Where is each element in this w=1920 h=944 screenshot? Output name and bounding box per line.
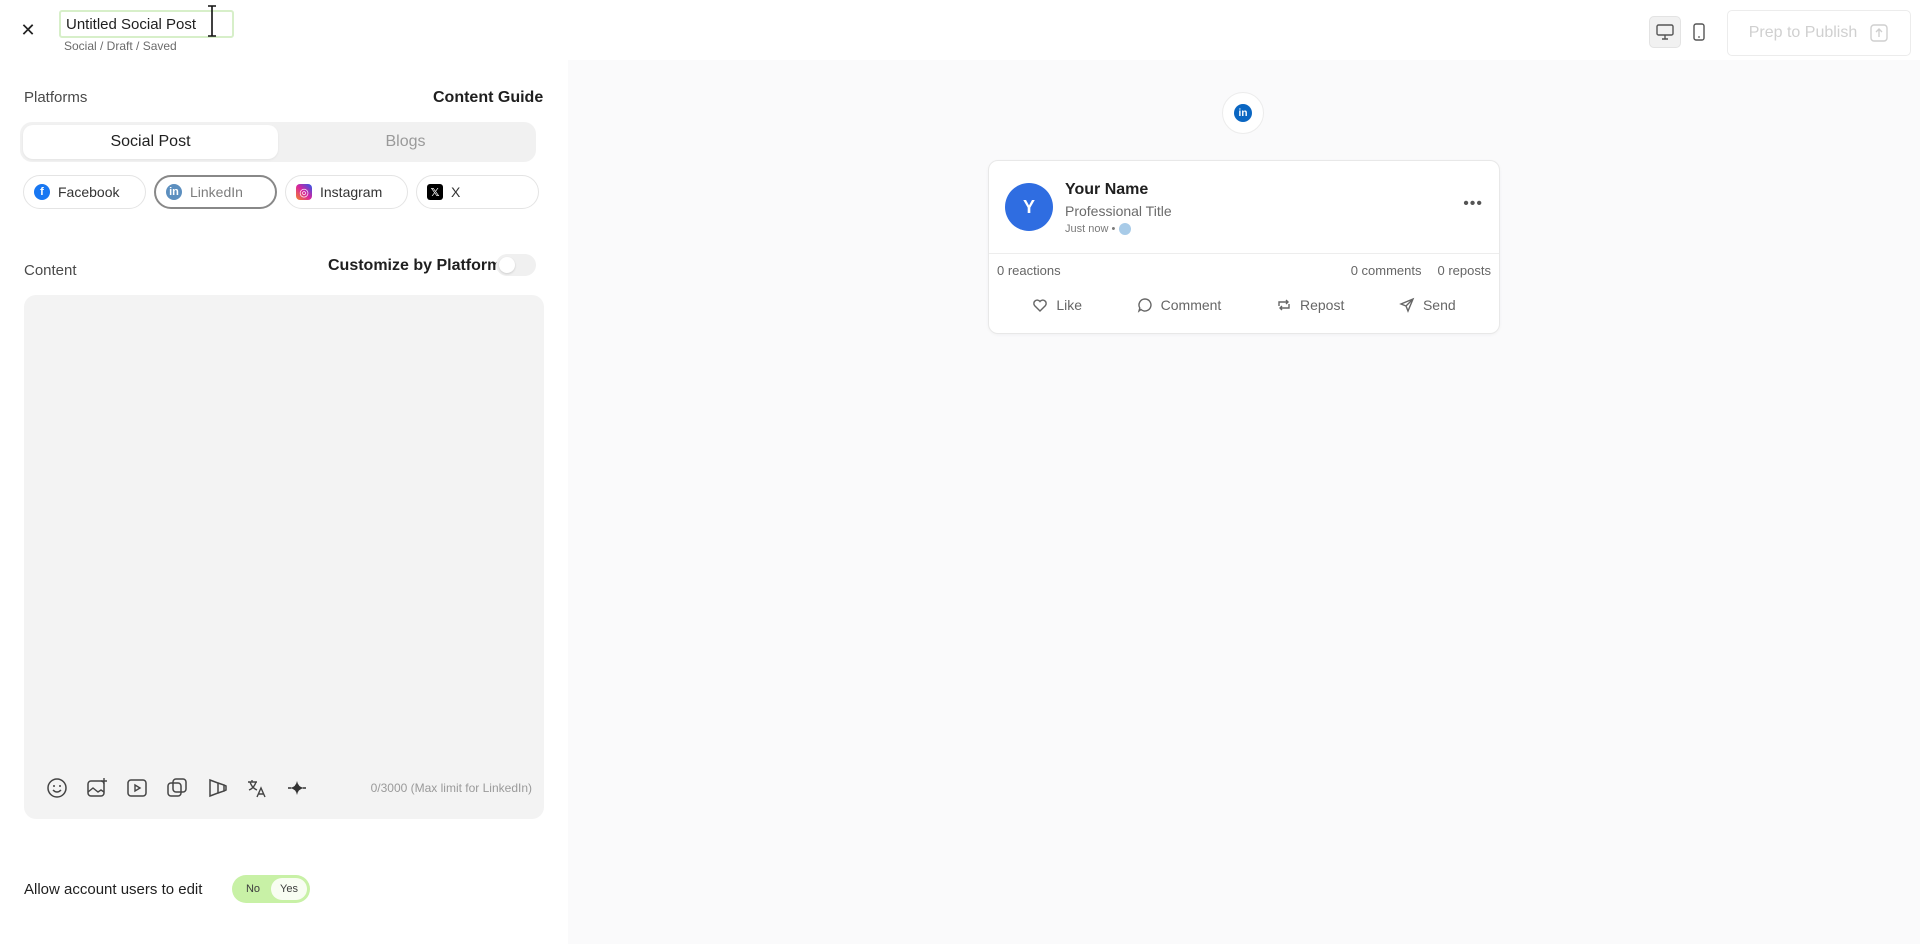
preview-platform-badge[interactable]: in bbox=[1222, 92, 1264, 134]
translate-icon[interactable] bbox=[244, 775, 270, 801]
gallery-icon[interactable] bbox=[164, 775, 190, 801]
instagram-icon: ◎ bbox=[296, 184, 312, 200]
repost-icon bbox=[1278, 299, 1290, 311]
prep-to-publish-button[interactable]: Prep to Publish bbox=[1727, 10, 1911, 56]
allow-edit-label: Allow account users to edit bbox=[24, 881, 203, 898]
author-name: Your Name bbox=[1065, 181, 1149, 198]
comments-count: 0 comments bbox=[1350, 263, 1422, 278]
repost-button[interactable]: Repost bbox=[1276, 297, 1344, 313]
comment-button[interactable]: Comment bbox=[1137, 297, 1222, 313]
upload-icon bbox=[1870, 24, 1888, 42]
content-editor: 0/3000 (Max limit for LinkedIn) bbox=[24, 295, 544, 819]
post-actions: Like Comment Repost Send bbox=[1005, 297, 1483, 313]
time-text: Just now • bbox=[1065, 223, 1116, 235]
linkedin-post-preview: Y Your Name Professional Title Just now … bbox=[988, 160, 1500, 334]
image-icon[interactable] bbox=[84, 775, 110, 801]
tab-social-post[interactable]: Social Post bbox=[23, 125, 278, 159]
carousel-icon[interactable] bbox=[204, 775, 230, 801]
send-icon bbox=[1399, 297, 1415, 313]
customize-by-platform-label: Customize by Platform bbox=[328, 257, 502, 274]
desktop-icon bbox=[1656, 24, 1674, 40]
platform-chip-instagram[interactable]: ◎ Instagram bbox=[285, 175, 408, 209]
content-textarea[interactable] bbox=[24, 295, 544, 765]
ai-sparkle-icon[interactable] bbox=[284, 775, 310, 801]
post-stats: 0 reactions 0 comments 0 reposts bbox=[997, 263, 1491, 278]
app-root: ✕ Social / Draft / Saved Prep to Publish… bbox=[0, 0, 1920, 944]
send-button[interactable]: Send bbox=[1399, 297, 1456, 313]
x-icon: 𝕏 bbox=[427, 184, 443, 200]
preview-panel: in Y Your Name Professional Title Just n… bbox=[568, 60, 1920, 944]
emoji-icon[interactable] bbox=[44, 775, 70, 801]
repost-label: Repost bbox=[1299, 297, 1345, 313]
author-title: Professional Title bbox=[1065, 203, 1172, 219]
content-label: Content bbox=[24, 262, 77, 279]
globe-icon bbox=[1119, 223, 1132, 235]
platforms-label: Platforms bbox=[24, 89, 88, 106]
video-icon[interactable] bbox=[124, 775, 150, 801]
chip-label: X bbox=[451, 184, 461, 200]
more-options-icon[interactable]: ••• bbox=[1463, 195, 1483, 213]
reposts-count: 0 reposts bbox=[1437, 263, 1491, 278]
text-cursor-icon bbox=[208, 5, 216, 37]
switch-knob bbox=[499, 257, 515, 273]
platform-chip-x[interactable]: 𝕏 X bbox=[416, 175, 539, 209]
platform-chip-linkedin[interactable]: in LinkedIn bbox=[154, 175, 277, 209]
publish-label: Prep to Publish bbox=[1748, 24, 1858, 41]
tab-blogs[interactable]: Blogs bbox=[278, 125, 533, 159]
platform-chip-facebook[interactable]: f Facebook bbox=[23, 175, 146, 209]
allow-edit-toggle: No Yes bbox=[232, 875, 310, 903]
view-toggle bbox=[1649, 16, 1715, 48]
heart-icon bbox=[1033, 299, 1048, 312]
editor-toolbar bbox=[44, 775, 310, 801]
linkedin-icon: in bbox=[1234, 104, 1252, 122]
allow-edit-no[interactable]: No bbox=[235, 878, 271, 900]
breadcrumb: Social / Draft / Saved bbox=[64, 39, 177, 53]
platform-chips: f Facebook in LinkedIn ◎ Instagram 𝕏 X bbox=[23, 175, 539, 209]
content-guide-link[interactable]: Content Guide bbox=[433, 89, 543, 107]
chip-label: Facebook bbox=[58, 184, 120, 200]
facebook-icon: f bbox=[34, 184, 50, 200]
chip-label: LinkedIn bbox=[190, 184, 243, 200]
character-counter: 0/3000 (Max limit for LinkedIn) bbox=[370, 781, 532, 795]
editor-panel: Platforms Content Guide Social Post Blog… bbox=[0, 60, 568, 944]
desktop-view-button[interactable] bbox=[1649, 16, 1681, 48]
allow-edit-yes[interactable]: Yes bbox=[271, 878, 307, 900]
post-type-tabs: Social Post Blogs bbox=[20, 122, 536, 162]
comment-icon bbox=[1137, 298, 1152, 313]
like-button[interactable]: Like bbox=[1032, 297, 1082, 313]
avatar: Y bbox=[1005, 183, 1053, 231]
reactions-count: 0 reactions bbox=[997, 263, 1061, 278]
send-label: Send bbox=[1422, 297, 1456, 313]
divider bbox=[989, 253, 1499, 254]
post-time: Just now • bbox=[1065, 223, 1132, 235]
linkedin-icon: in bbox=[166, 184, 182, 200]
comment-label: Comment bbox=[1160, 297, 1222, 313]
chip-label: Instagram bbox=[320, 184, 383, 200]
customize-by-platform-switch[interactable] bbox=[496, 254, 536, 276]
close-button[interactable]: ✕ bbox=[18, 20, 38, 40]
mobile-view-button[interactable] bbox=[1683, 16, 1715, 48]
like-label: Like bbox=[1056, 297, 1082, 313]
mobile-icon bbox=[1693, 23, 1705, 41]
